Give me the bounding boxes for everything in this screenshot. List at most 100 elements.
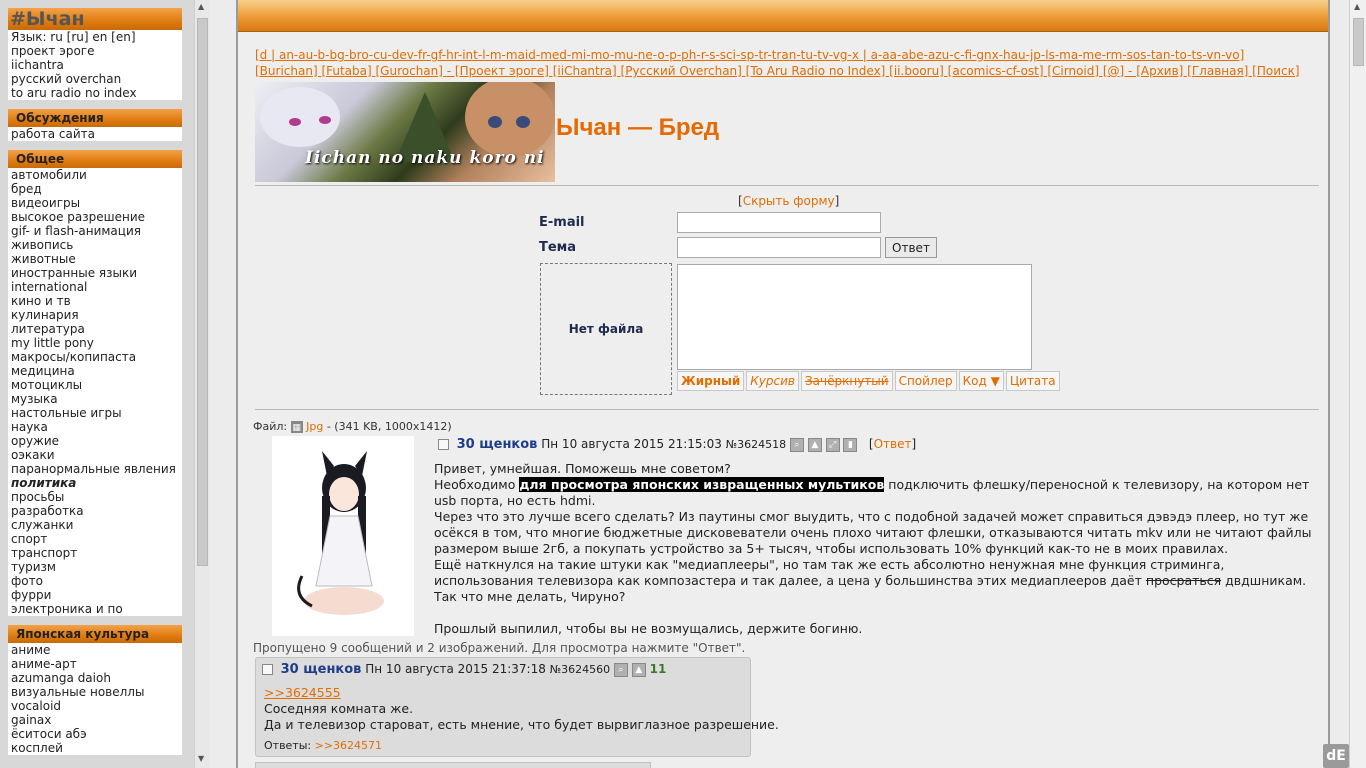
file-drop-zone[interactable]: Нет файла [540,263,672,395]
menu-item[interactable]: макросы/копипаста [8,350,182,364]
menu-item[interactable]: azumanga daioh [8,671,182,685]
quote-link[interactable]: >>3624555 [264,685,341,700]
bold-button[interactable]: Жирный [677,371,745,391]
general-menu-box: Общее автомобили бред видеоигры высокое раз… [8,150,182,616]
main-scrollbar-thumb[interactable] [1353,18,1364,66]
menu-item[interactable]: Язык: ru [ru] en [en] [8,30,182,44]
hide-post-icon[interactable]: ▲ [631,662,646,677]
menu-item[interactable]: служанки [8,518,182,532]
strike-button[interactable]: Зачёркнутый [800,371,893,391]
post-number[interactable]: №3624560 [550,663,610,676]
left-scrollbar-thumb[interactable] [197,18,208,566]
board-title: Ычан — Бред [556,114,720,141]
menu-item[interactable]: настольные игры [8,406,182,420]
corner-logo-icon[interactable]: dE [1323,744,1349,768]
menu-item[interactable]: to aru radio no index [8,86,182,100]
quote-button[interactable]: Цитата [1005,371,1060,391]
italic-button[interactable]: Курсив [746,371,799,391]
menu-item[interactable]: медицина [8,364,182,378]
menu-item[interactable]: паранормальные явления [8,462,182,476]
menu-item[interactable]: видеоигры [8,196,182,210]
menu-item[interactable]: туризм [8,560,182,574]
left-scrollbar[interactable]: ▲ ▼ [194,0,210,768]
replies-link[interactable]: >>3624571 [315,739,382,752]
menu-item[interactable]: кино и тв [8,294,182,308]
menu-item[interactable]: музыка [8,392,182,406]
menu-item[interactable]: бред [8,182,182,196]
menu-item[interactable]: косплей [8,741,182,755]
scroll-up-arrow-icon[interactable]: ▲ [198,2,204,11]
post-text-line: Привет, умнейшая. Поможешь мне советом? [434,461,731,476]
comment-textarea[interactable] [677,264,1032,370]
email-field[interactable] [677,212,881,233]
site-links-nav[interactable]: [Burichan] [Futaba] [Gurochan] - [Проект… [255,64,1300,79]
menu-item[interactable]: литература [8,322,182,336]
menu-item[interactable]: фурри [8,588,182,602]
menu-item[interactable]: проект эроге [8,44,182,58]
spoiler-button[interactable]: Спойлер [894,371,957,391]
menu-item[interactable]: животные [8,252,182,266]
japanese-menu-items: аниме аниме-арт azumanga daioh визуальные н… [8,643,182,755]
menu-item[interactable]: мотоциклы [8,378,182,392]
text-fragment: двдшникам. [1225,573,1307,588]
replies-line: Ответы: >>3624571 [264,738,382,754]
hide-form-text[interactable]: Скрыть форму [743,194,835,208]
hide-form-link[interactable]: [Скрыть форму] [738,194,839,208]
spoiler-text[interactable]: для просмотра японских извращенных мульт… [519,477,885,492]
menu-item[interactable]: электроника и по [8,602,182,616]
menu-item[interactable]: оружие [8,434,182,448]
expand-icon[interactable]: ⤢ [825,437,840,452]
discussion-title: Обсуждения [8,109,182,127]
main-scrollbar[interactable]: ▲ [1349,0,1366,768]
board-list-nav[interactable]: [d | an-au-b-bg-bro-cu-dev-fr-gf-hr-int-… [255,48,1244,63]
op-image-thumbnail[interactable] [272,436,414,636]
site-links-text[interactable]: [Burichan] [Futaba] [Gurochan] - [Проект… [255,64,1300,78]
menu-item[interactable]: высокое разрешение [8,210,182,224]
search-image-icon[interactable]: ⌕ [789,437,804,452]
menu-item[interactable]: аниме-арт [8,657,182,671]
menu-item[interactable]: иностранные языки [8,266,182,280]
code-button[interactable]: Код ▼ [958,371,1004,391]
menu-item[interactable]: визуальные новеллы [8,685,182,699]
post-number[interactable]: №3624518 [726,438,786,451]
post-text-line: Ещё наткнулся на такие штуки как "медиап… [434,557,1314,589]
menu-item[interactable]: оэкаки [8,448,182,462]
bookmark-icon[interactable]: ▮ [843,437,858,452]
scroll-down-arrow-icon[interactable]: ▼ [198,754,204,763]
menu-item[interactable]: работа сайта [8,127,182,141]
reply-link[interactable]: Ответ [874,437,912,451]
japanese-title: Японская культура [8,625,182,643]
quote-line[interactable]: >>3624555 [264,685,341,701]
file-link[interactable]: Jpg [306,420,323,433]
menu-item[interactable]: наука [8,420,182,434]
menu-item[interactable]: автомобили [8,168,182,182]
board-menu: #Ычан Язык: ru [ru] en [en] проект эроге i… [8,8,182,764]
menu-item[interactable]: живопись [8,238,182,252]
submit-button[interactable]: Ответ [885,237,937,258]
post-checkbox[interactable] [262,664,273,675]
op-post-header: 30 щенков Пн 10 августа 2015 21:15:03 №3… [438,437,916,452]
menu-item[interactable]: разработка [8,504,182,518]
menu-item[interactable]: gainax [8,713,182,727]
menu-item[interactable]: просьбы [8,490,182,504]
menu-item[interactable]: фото [8,574,182,588]
menu-item[interactable]: ёситоси абэ [8,727,182,741]
menu-item[interactable]: спорт [8,532,182,546]
menu-item[interactable]: international [8,280,182,294]
menu-item[interactable]: iichantra [8,58,182,72]
subject-field[interactable] [677,237,881,258]
menu-item[interactable]: русский overchan [8,72,182,86]
menu-item[interactable]: my little pony [8,336,182,350]
menu-item[interactable]: кулинария [8,308,182,322]
menu-item[interactable]: vocaloid [8,699,182,713]
board-banner: Iichan no naku koro ni [255,82,555,182]
search-image-icon[interactable]: ⌕ [613,662,628,677]
menu-item[interactable]: транспорт [8,546,182,560]
scroll-up-arrow-icon[interactable]: ▲ [1354,2,1360,11]
hide-post-icon[interactable]: ▲ [807,437,822,452]
post-checkbox[interactable] [438,439,449,450]
menu-item[interactable]: аниме [8,643,182,657]
menu-item[interactable]: политика [8,476,182,490]
menu-item[interactable]: gif- и flash-анимация [8,224,182,238]
board-list-text[interactable]: [d | an-au-b-bg-bro-cu-dev-fr-gf-hr-int-… [255,48,1244,62]
